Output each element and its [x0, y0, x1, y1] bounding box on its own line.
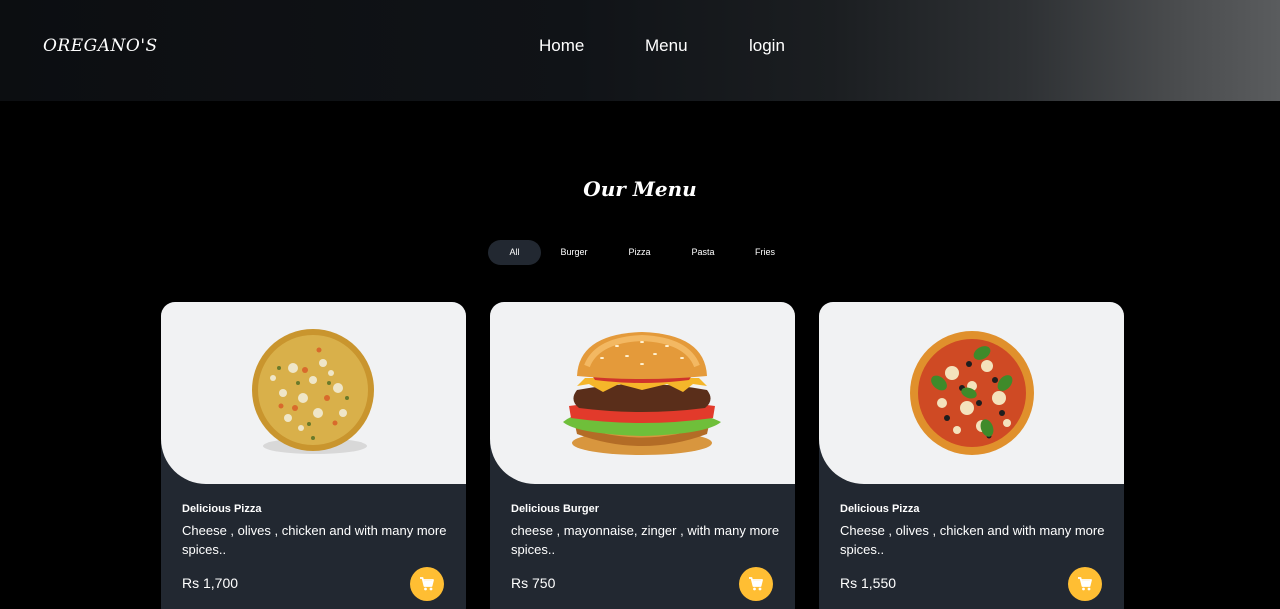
menu-filters: All Burger Pizza Pasta Fries	[0, 240, 1280, 265]
filter-pasta[interactable]: Pasta	[686, 240, 720, 265]
add-to-cart-button[interactable]	[410, 567, 444, 601]
filter-burger[interactable]: Burger	[554, 240, 594, 265]
add-to-cart-button[interactable]	[739, 567, 773, 601]
cart-icon	[749, 577, 763, 591]
filter-fries[interactable]: Fries	[749, 240, 781, 265]
card-image-box	[490, 302, 795, 484]
main-nav: Home Menu login	[0, 36, 1280, 56]
nav-login-link[interactable]: login	[749, 36, 785, 56]
pizza-image	[910, 331, 1034, 455]
card-title: Delicious Pizza	[840, 503, 920, 515]
menu-card: Delicious Pizza Cheese , olives , chicke…	[819, 302, 1124, 609]
cart-icon	[1078, 577, 1092, 591]
pizza-image	[252, 329, 374, 454]
card-image-box	[161, 302, 466, 484]
filter-pizza[interactable]: Pizza	[622, 240, 657, 265]
burger-image	[563, 332, 721, 455]
card-price: Rs 1,700	[182, 575, 239, 591]
menu-card: Delicious Pizza Cheese , olives , chicke…	[161, 302, 466, 609]
add-to-cart-button[interactable]	[1068, 567, 1102, 601]
card-title: Delicious Burger	[511, 503, 600, 515]
card-description: Cheese , olives , chicken and with many …	[182, 523, 447, 557]
site-header: OREGANO'S Home Menu login	[0, 0, 1280, 101]
menu-card: Delicious Burger cheese , mayonnaise, zi…	[490, 302, 795, 609]
nav-home-link[interactable]: Home	[539, 36, 584, 56]
section-title: Our Menu	[583, 177, 697, 201]
card-image-box	[819, 302, 1124, 484]
card-title: Delicious Pizza	[182, 503, 262, 515]
card-description: Cheese , olives , chicken and with many …	[840, 523, 1105, 557]
card-price: Rs 750	[511, 575, 556, 591]
card-price: Rs 1,550	[840, 575, 897, 591]
card-description: cheese , mayonnaise, zinger , with many …	[511, 523, 780, 557]
cart-icon	[420, 577, 434, 591]
filter-all[interactable]: All	[488, 240, 541, 265]
nav-menu-link[interactable]: Menu	[645, 36, 688, 56]
